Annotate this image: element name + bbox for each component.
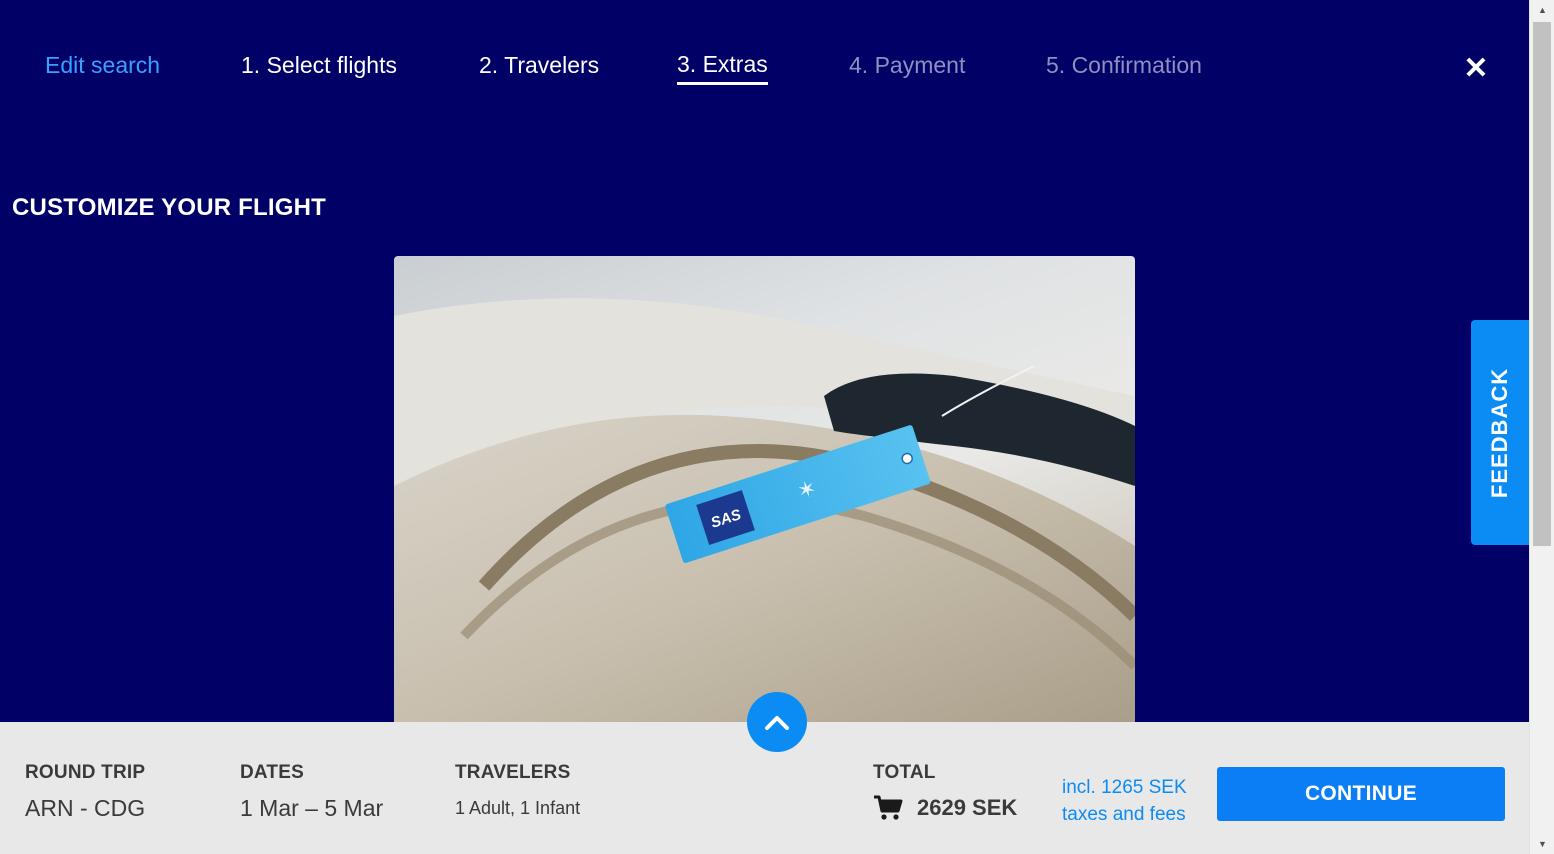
close-icon[interactable]: ✕ — [1462, 54, 1490, 84]
step-confirmation: 5. Confirmation — [1046, 52, 1202, 78]
cart-icon — [874, 795, 903, 820]
step-payment: 4. Payment — [849, 52, 966, 78]
total-price: 2629 SEK — [873, 794, 1017, 822]
scroll-thumb[interactable] — [1533, 22, 1551, 546]
total-amount: 2629 SEK — [917, 795, 1018, 820]
step-navigation: Edit search 1. Select flights 2. Travele… — [0, 0, 1529, 110]
taxes-note[interactable]: incl. 1265 SEK taxes and fees — [1062, 774, 1187, 828]
travelers-value: 1 Adult, 1 Infant — [455, 798, 581, 818]
feedback-label: FEEDBACK — [1487, 367, 1512, 498]
step-travelers[interactable]: 2. Travelers — [479, 52, 599, 79]
total-label: TOTAL — [873, 762, 936, 783]
hero-image: SAS ✶ — [394, 256, 1135, 726]
expand-summary-button[interactable] — [747, 692, 807, 752]
route-value: ARN - CDG — [25, 795, 146, 821]
edit-search-link[interactable]: Edit search — [45, 52, 160, 79]
step-extras[interactable]: 3. Extras — [677, 51, 768, 85]
page-scrollbar[interactable]: ▲ ▼ — [1529, 0, 1554, 854]
taxes-line-2: taxes and fees — [1062, 804, 1186, 825]
continue-button[interactable]: CONTINUE — [1217, 767, 1505, 821]
step-select-flights[interactable]: 1. Select flights — [241, 52, 397, 79]
trip-type-label: ROUND TRIP — [25, 762, 146, 783]
feedback-tab[interactable]: FEEDBACK — [1471, 320, 1529, 545]
scroll-up-arrow-icon[interactable]: ▲ — [1530, 0, 1554, 20]
taxes-line-1: incl. 1265 SEK — [1062, 777, 1187, 798]
page-title: CUSTOMIZE YOUR FLIGHT — [12, 194, 326, 221]
travelers-label: TRAVELERS — [455, 762, 571, 783]
chevron-up-icon — [765, 716, 789, 730]
scroll-down-arrow-icon[interactable]: ▼ — [1530, 834, 1554, 854]
dates-label: DATES — [240, 762, 304, 783]
dates-value: 1 Mar – 5 Mar — [240, 795, 384, 821]
